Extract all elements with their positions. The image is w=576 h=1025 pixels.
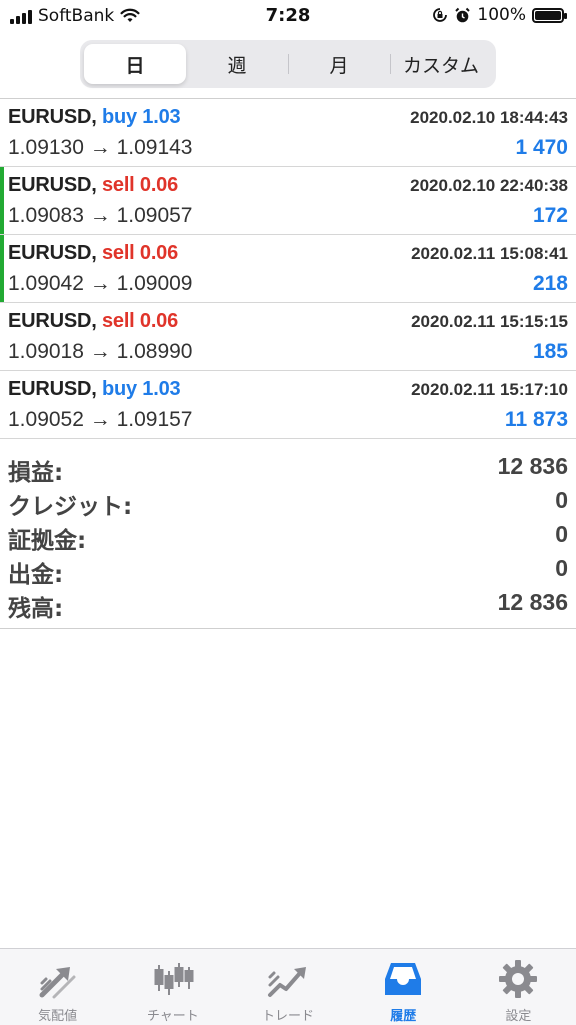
trade-time: 2020.02.10 22:40:38 <box>410 176 568 195</box>
trade-time: 2020.02.11 15:17:10 <box>411 380 568 399</box>
trade-direction: buy 1.03 <box>101 378 181 400</box>
trade-profit: 1 470 <box>515 136 568 159</box>
tab-quotes[interactable]: 気配値 <box>0 949 115 1025</box>
tab-label: 設定 <box>505 1009 532 1024</box>
summary-value: 12 836 <box>497 453 568 479</box>
trade-profit: 11 873 <box>504 408 568 431</box>
trade-prices: 1.09052 → 1.09157 <box>8 408 193 431</box>
tab-trade[interactable]: トレード <box>230 949 345 1025</box>
trade-symbol: EURUSD, sell 0.06 <box>8 242 178 265</box>
summary-row-credit: クレジット: 0 <box>0 484 576 520</box>
status-bar: SoftBank 7:28 100% <box>0 0 576 34</box>
trade-prices: 1.09018 → 1.08990 <box>8 340 193 363</box>
summary-row-withdrawal: 出金: 0 <box>0 552 576 588</box>
symbol-name: EURUSD, <box>8 242 97 264</box>
trade-symbol: EURUSD, buy 1.03 <box>8 106 181 129</box>
summary-value: 12 836 <box>497 589 568 615</box>
symbol-name: EURUSD, <box>8 106 97 128</box>
alarm-icon <box>455 7 471 22</box>
summary-label: 出金: <box>8 562 64 588</box>
tab-label: チャート <box>146 1009 199 1024</box>
trade-symbol: EURUSD, sell 0.06 <box>8 310 178 333</box>
tab-chart[interactable]: チャート <box>115 949 230 1025</box>
symbol-name: EURUSD, <box>8 174 97 196</box>
trade-row[interactable]: EURUSD, sell 0.06 2020.02.11 15:15:15 1.… <box>0 303 576 371</box>
segment-custom[interactable]: カスタム <box>390 44 492 84</box>
tab-label: トレード <box>262 1009 315 1024</box>
trade-symbol: EURUSD, buy 1.03 <box>8 378 181 401</box>
battery-fill <box>535 10 561 20</box>
status-right: 100% <box>432 5 567 25</box>
tab-label: 履歴 <box>390 1009 417 1024</box>
trade-row[interactable]: EURUSD, sell 0.06 2020.02.10 22:40:38 1.… <box>0 167 576 235</box>
trade-profit: 218 <box>532 272 568 295</box>
trade-direction: sell 0.06 <box>101 242 179 264</box>
period-segmented-control: 日 週 月 カスタム <box>80 40 496 88</box>
trade-time: 2020.02.11 15:08:41 <box>411 244 568 263</box>
segment-week[interactable]: 週 <box>186 44 288 84</box>
summary-label: 損益: <box>8 460 64 486</box>
trade-trend-icon <box>268 967 306 997</box>
bottom-tab-bar: 気配値 チャート トレード 履歴 設定 <box>0 948 576 1025</box>
trade-symbol: EURUSD, sell 0.06 <box>8 174 178 197</box>
tab-settings[interactable]: 設定 <box>461 949 576 1025</box>
trade-prices: 1.09042 → 1.09009 <box>8 272 193 295</box>
summary-row-margin: 証拠金: 0 <box>0 518 576 554</box>
trade-direction: sell 0.06 <box>101 174 179 196</box>
summary-value: 0 <box>555 487 568 513</box>
battery-icon <box>532 7 567 23</box>
trade-prices: 1.09130 → 1.09143 <box>8 136 193 159</box>
tab-label: 気配値 <box>38 1009 78 1024</box>
summary-row-profit: 損益: 12 836 <box>0 450 576 486</box>
trade-prices: 1.09083 → 1.09057 <box>8 204 193 227</box>
candlestick-chart-icon <box>154 963 194 995</box>
battery-percent: 100% <box>477 5 526 25</box>
trade-direction: sell 0.06 <box>101 310 179 332</box>
symbol-name: EURUSD, <box>8 310 97 332</box>
summary-label: クレジット: <box>8 494 133 520</box>
account-summary: 損益: 12 836 クレジット: 0 証拠金: 0 出金: 0 残高: 12 … <box>0 450 576 629</box>
quotes-arrows-icon <box>39 967 76 999</box>
summary-value: 0 <box>555 521 568 547</box>
trade-row[interactable]: EURUSD, sell 0.06 2020.02.11 15:08:41 1.… <box>0 235 576 303</box>
trade-history-list: EURUSD, buy 1.03 2020.02.10 18:44:43 1.0… <box>0 98 576 439</box>
trade-time: 2020.02.10 18:44:43 <box>410 108 568 127</box>
symbol-name: EURUSD, <box>8 378 97 400</box>
trade-row[interactable]: EURUSD, buy 1.03 2020.02.10 18:44:43 1.0… <box>0 99 576 167</box>
trade-row[interactable]: EURUSD, buy 1.03 2020.02.11 15:17:10 1.0… <box>0 371 576 439</box>
trade-profit: 172 <box>532 204 568 227</box>
tab-history[interactable]: 履歴 <box>346 949 461 1025</box>
rotation-lock-icon <box>433 8 448 22</box>
trade-time: 2020.02.11 15:15:15 <box>411 312 568 331</box>
history-inbox-icon <box>385 963 422 995</box>
summary-row-balance: 残高: 12 836 <box>0 586 576 622</box>
summary-label: 残高: <box>8 596 64 622</box>
trade-profit: 185 <box>532 340 568 363</box>
summary-value: 0 <box>555 555 568 581</box>
trade-direction: buy 1.03 <box>101 106 181 128</box>
settings-gear-icon <box>499 960 538 998</box>
segment-day[interactable]: 日 <box>84 44 186 84</box>
segment-month[interactable]: 月 <box>288 44 390 84</box>
summary-label: 証拠金: <box>8 528 87 554</box>
